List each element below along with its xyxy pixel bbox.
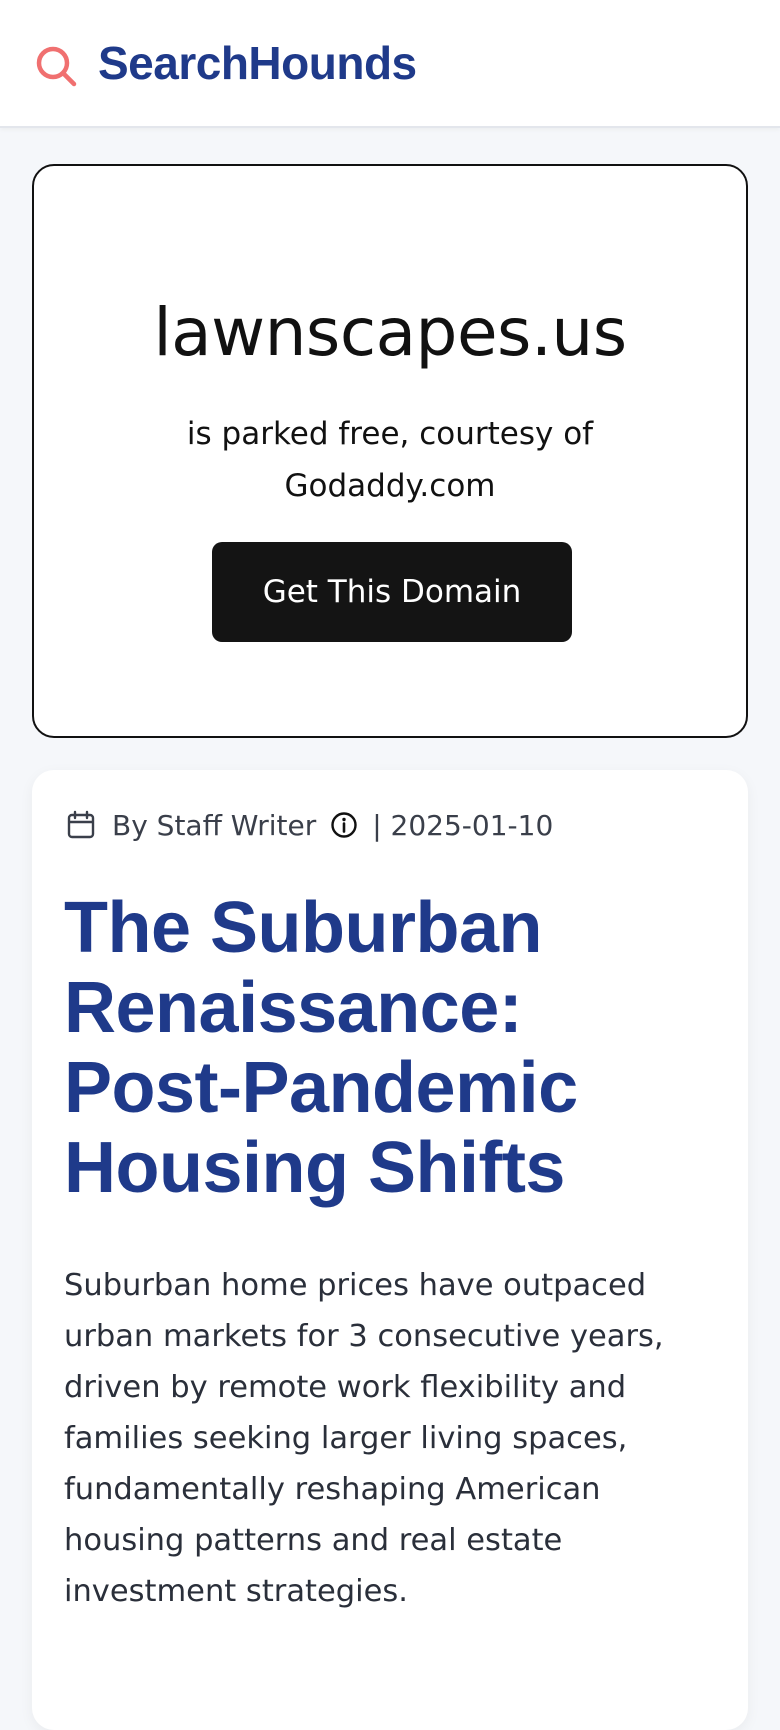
article-author: By Staff Writer: [112, 808, 317, 842]
parked-message: is parked free, courtesy of Godaddy.com: [186, 416, 594, 504]
calendar-icon: [67, 810, 95, 839]
brand-logo-text[interactable]: SearchHounds: [98, 36, 417, 90]
article-title[interactable]: The Suburban Renaissance: Post-Pandemic …: [64, 888, 718, 1208]
domain-parking-card: lawnscapes.us is parked free, courtesy o…: [32, 164, 748, 738]
article-date: | 2025-01-10: [372, 808, 554, 842]
domain-name: lawnscapes.us: [153, 294, 627, 371]
article-meta: By Staff Writer | 2025-01-10: [66, 800, 553, 850]
article-summary: Suburban home prices have outpaced urban…: [64, 1268, 664, 1609]
article-card: By Staff Writer | 2025-01-10 The Suburba…: [32, 770, 748, 1730]
search-icon[interactable]: [34, 44, 78, 88]
get-domain-button[interactable]: Get This Domain: [212, 542, 572, 642]
site-header: SearchHounds: [0, 0, 780, 128]
info-icon[interactable]: [330, 811, 358, 839]
